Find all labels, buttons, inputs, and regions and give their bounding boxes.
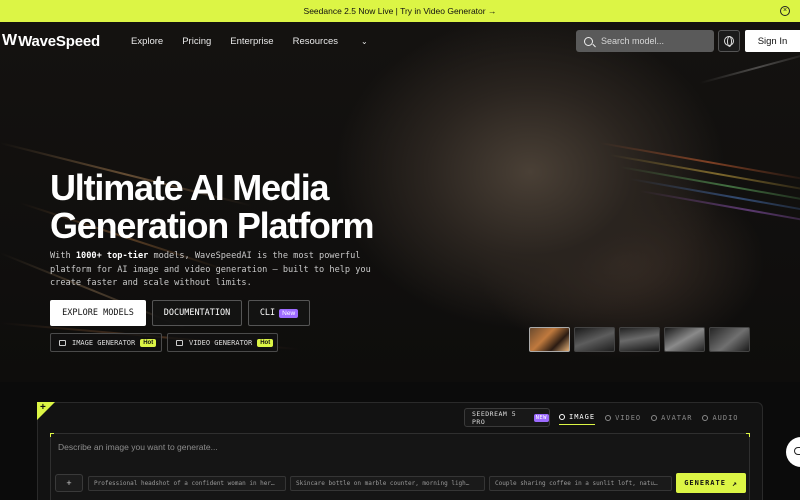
hero-thumbnail[interactable] xyxy=(529,327,570,352)
nav-link-resources-label: Resources xyxy=(292,36,338,47)
attach-image-button[interactable]: + xyxy=(55,474,83,492)
generate-button[interactable]: GENERATE ↗ xyxy=(676,473,746,493)
logo-mark-icon: W xyxy=(2,32,17,49)
documentation-button[interactable]: DOCUMENTATION xyxy=(152,300,242,326)
tab-image-label: IMAGE xyxy=(569,413,596,421)
chat-icon xyxy=(794,447,800,455)
hot-badge: Hot xyxy=(140,338,157,347)
sign-in-button[interactable]: Sign In xyxy=(745,30,800,52)
new-badge: New xyxy=(279,308,299,318)
nav-link-explore[interactable]: Explore xyxy=(131,36,163,47)
mode-tabs: IMAGE VIDEO AVATAR AUDIO xyxy=(559,413,749,425)
chat-support-button[interactable] xyxy=(786,437,800,467)
hero-thumbnail[interactable] xyxy=(709,327,750,352)
image-icon xyxy=(59,339,66,346)
image-generator-label: IMAGE GENERATOR xyxy=(72,338,136,347)
hero-subtitle: With 1000+ top-tier models, WaveSpeedAI … xyxy=(50,250,380,291)
image-icon xyxy=(559,414,565,420)
subtitle-prefix: With xyxy=(50,251,76,261)
prompt-suggestion[interactable]: Skincare bottle on marble counter, morni… xyxy=(290,476,485,491)
hero-thumbnails xyxy=(529,327,750,352)
hero-thumbnail[interactable] xyxy=(664,327,705,352)
video-icon xyxy=(605,414,612,421)
prompt-suggestion[interactable]: Couple sharing coffee in a sunlit loft, … xyxy=(489,476,672,491)
image-add-icon: + xyxy=(66,478,72,488)
light-streak xyxy=(599,142,800,183)
tab-video[interactable]: VIDEO xyxy=(605,413,641,425)
banner-text[interactable]: Seedance 2.5 Now Live | Try in Video Gen… xyxy=(304,6,497,16)
tab-avatar-label: AVATAR xyxy=(661,413,693,422)
explore-models-button[interactable]: EXPLORE MODELS xyxy=(50,300,146,326)
tab-audio[interactable]: AUDIO xyxy=(702,413,738,425)
nav-link-pricing[interactable]: Pricing xyxy=(182,36,211,47)
tab-image[interactable]: IMAGE xyxy=(559,413,596,425)
corner-accent xyxy=(50,433,54,437)
globe-icon xyxy=(724,36,734,47)
hot-badge: Hot xyxy=(257,338,274,347)
subtitle-bold: 1000+ top-tier xyxy=(75,251,149,261)
music-note-icon xyxy=(702,414,709,421)
prompt-placeholder: Describe an image you want to generate..… xyxy=(58,442,218,452)
logo[interactable]: W WaveSpeed xyxy=(2,32,100,50)
chevron-down-icon: ⌄ xyxy=(361,37,368,46)
announcement-banner[interactable]: Seedance 2.5 Now Live | Try in Video Gen… xyxy=(0,0,800,22)
close-icon[interactable]: × xyxy=(780,6,790,16)
search-input[interactable]: Search model... xyxy=(576,30,714,52)
tab-video-label: VIDEO xyxy=(615,413,642,422)
hero-title: Ultimate AI Media Generation Platform xyxy=(50,167,374,246)
image-generator-chip[interactable]: IMAGE GENERATOR Hot xyxy=(50,333,162,352)
top-nav: W WaveSpeed Explore Pricing Enterprise R… xyxy=(0,22,800,62)
hero-thumbnail[interactable] xyxy=(574,327,615,352)
arrow-up-right-icon: ↗ xyxy=(731,478,738,488)
cli-label: CLI xyxy=(259,308,276,318)
language-button[interactable] xyxy=(718,30,740,52)
hero-thumbnail[interactable] xyxy=(619,327,660,352)
prompt-suggestion[interactable]: Professional headshot of a confident wom… xyxy=(88,476,286,491)
generate-label: GENERATE xyxy=(684,479,726,487)
tab-audio-label: AUDIO xyxy=(712,413,739,422)
tab-avatar[interactable]: AVATAR xyxy=(651,413,692,425)
model-selector[interactable]: SEEDREAM 5 PRO NEW xyxy=(464,408,550,427)
video-generator-label: VIDEO GENERATOR xyxy=(189,338,253,347)
nav-link-resources[interactable]: Resources ⌄ xyxy=(293,36,387,47)
avatar-icon xyxy=(651,414,658,421)
nav-links: Explore Pricing Enterprise Resources ⌄ xyxy=(131,36,406,47)
video-generator-chip[interactable]: VIDEO GENERATOR Hot xyxy=(167,333,278,352)
video-icon xyxy=(176,339,183,346)
corner-accent xyxy=(746,433,750,437)
search-icon xyxy=(584,36,593,46)
search-placeholder: Search model... xyxy=(601,36,665,46)
nav-link-enterprise[interactable]: Enterprise xyxy=(230,36,273,47)
logo-text: WaveSpeed xyxy=(18,32,100,50)
cli-button[interactable]: CLI New xyxy=(248,300,310,326)
model-name: SEEDREAM 5 PRO xyxy=(472,409,517,426)
new-badge: NEW xyxy=(533,413,549,422)
